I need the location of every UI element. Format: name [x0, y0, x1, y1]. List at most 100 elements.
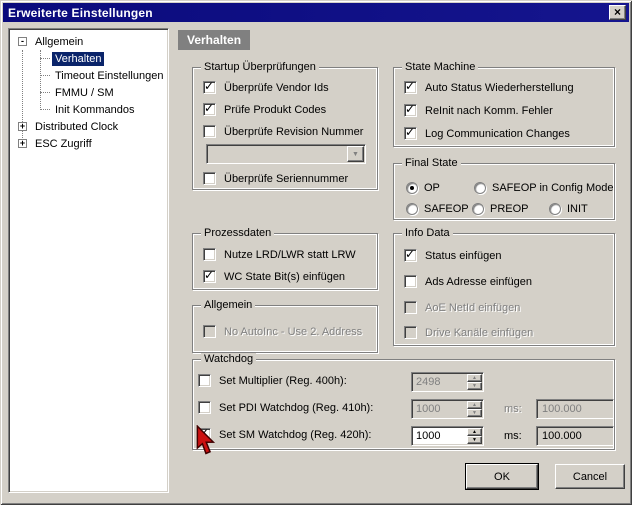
- pdi-ms-value-field: 100.000: [536, 399, 614, 419]
- checkbox-set-sm-watchdog[interactable]: ✓ Set SM Watchdog (Reg. 420h):: [198, 428, 371, 441]
- close-icon: ×: [614, 7, 621, 17]
- group-title: State Machine: [402, 61, 478, 73]
- checkbox-label: No AutoInc - Use 2. Address: [224, 326, 362, 338]
- checkbox-icon: ✓: [203, 270, 216, 283]
- checkbox-ueberpruefe-revision-nummer[interactable]: ✓ Überprüfe Revision Nummer: [203, 125, 363, 138]
- group-title: Startup Überprüfungen: [201, 61, 319, 73]
- tree-item-distributed-clock[interactable]: + Distributed Clock: [9, 118, 168, 135]
- tree-item-label: ESC Zugriff: [32, 137, 95, 151]
- ms-label: ms:: [504, 430, 522, 442]
- tree-item-allgemein[interactable]: - Allgemein: [9, 33, 168, 50]
- tree-expand-icon[interactable]: +: [18, 122, 27, 131]
- checkbox-label: WC State Bit(s) einfügen: [224, 271, 345, 283]
- spin-up-icon[interactable]: ▲: [467, 428, 482, 436]
- tree-item-init-kommandos[interactable]: Init Kommandos: [9, 101, 168, 118]
- tree-stub-line: [40, 58, 50, 59]
- tree-collapse-icon[interactable]: -: [18, 37, 27, 46]
- sm-watchdog-spin-input[interactable]: 1000 ▲ ▼: [411, 426, 484, 446]
- tree-item-label: FMMU / SM: [52, 86, 117, 100]
- checkbox-pruefe-produkt-codes[interactable]: ✓ Prüfe Produkt Codes: [203, 103, 326, 116]
- checkbox-icon: ✓: [404, 104, 417, 117]
- checkbox-label: ReInit nach Komm. Fehler: [425, 105, 553, 117]
- spinner[interactable]: ▲ ▼: [467, 428, 482, 444]
- group-title: Watchdog: [201, 353, 256, 365]
- spin-up-icon: ▲: [467, 374, 482, 382]
- tree-item-label: Timeout Einstellungen: [52, 69, 166, 83]
- checkbox-label: Log Communication Changes: [425, 128, 570, 140]
- close-button[interactable]: ×: [609, 5, 626, 20]
- checkbox-ads-adresse-einfuegen[interactable]: ✓ Ads Adresse einfügen: [404, 275, 532, 288]
- checkbox-set-pdi-watchdog[interactable]: ✓ Set PDI Watchdog (Reg. 410h):: [198, 401, 373, 414]
- checkbox-nutze-lrd-lwr[interactable]: ✓ Nutze LRD/LWR statt LRW: [203, 248, 356, 261]
- window-title: Erweiterte Einstellungen: [3, 6, 153, 20]
- tree-item-timeout-einstellungen[interactable]: Timeout Einstellungen: [9, 67, 168, 84]
- multiplier-spin-input: 2498 ▲ ▼: [411, 372, 484, 392]
- title-bar[interactable]: Erweiterte Einstellungen ×: [3, 3, 629, 22]
- check-icon: ✓: [405, 125, 415, 139]
- group-final-state: Final State OP SAFEOP in Config Mode SAF…: [393, 163, 615, 220]
- ok-button[interactable]: OK: [466, 464, 538, 489]
- checkbox-reinit-nach-komm-fehler[interactable]: ✓ ReInit nach Komm. Fehler: [404, 104, 553, 117]
- spin-down-icon: ▼: [467, 382, 482, 390]
- checkbox-icon: ✓: [203, 325, 216, 338]
- dropdown-button[interactable]: ▼: [347, 146, 364, 162]
- checkbox-icon: ✓: [404, 275, 417, 288]
- revision-combobox[interactable]: ▼: [206, 144, 366, 164]
- checkbox-aoe-netid-einfuegen: ✓ AoE NetId einfügen: [404, 301, 520, 314]
- checkbox-wc-state-bits[interactable]: ✓ WC State Bit(s) einfügen: [203, 270, 345, 283]
- group-title: Prozessdaten: [201, 227, 274, 239]
- radio-icon: [474, 182, 486, 194]
- check-icon: ✓: [204, 101, 214, 115]
- cancel-button[interactable]: Cancel: [555, 464, 625, 489]
- checkbox-status-einfuegen[interactable]: ✓ Status einfügen: [404, 249, 501, 262]
- settings-tree: - Allgemein Verhalten Timeout Einstellun…: [8, 28, 169, 493]
- checkbox-icon: ✓: [404, 81, 417, 94]
- radio-init[interactable]: INIT: [549, 202, 588, 215]
- checkbox-label: Überprüfe Vendor Ids: [224, 82, 329, 94]
- pdi-watchdog-spin-input: 1000 ▲ ▼: [411, 399, 484, 419]
- check-icon: ✓: [405, 247, 415, 261]
- tree-item-esc-zugriff[interactable]: + ESC Zugriff: [9, 135, 168, 152]
- radio-icon: [406, 182, 418, 194]
- radio-icon: [472, 203, 484, 215]
- checkbox-label: Prüfe Produkt Codes: [224, 104, 326, 116]
- checkbox-icon: ✓: [404, 301, 417, 314]
- group-state-machine: State Machine ✓ Auto Status Wiederherste…: [393, 67, 615, 147]
- tree-item-label: Allgemein: [32, 35, 86, 49]
- radio-preop[interactable]: PREOP: [472, 202, 529, 215]
- checkbox-label: Drive Kanäle einfügen: [425, 327, 533, 339]
- tree-stub-line: [40, 109, 50, 110]
- radio-op[interactable]: OP: [406, 181, 440, 194]
- checkbox-label: Ads Adresse einfügen: [425, 276, 532, 288]
- group-title: Final State: [402, 157, 461, 169]
- ms-label: ms:: [504, 403, 522, 415]
- checkbox-icon: ✓: [404, 127, 417, 140]
- radio-dot-icon: [410, 186, 414, 190]
- spinner: ▲ ▼: [467, 374, 482, 390]
- tree-item-verhalten[interactable]: Verhalten: [9, 50, 168, 67]
- radio-icon: [406, 203, 418, 215]
- spin-down-icon[interactable]: ▼: [467, 436, 482, 444]
- checkbox-icon: ✓: [203, 81, 216, 94]
- radio-safeop[interactable]: SAFEOP: [406, 202, 469, 215]
- checkbox-ueberpruefe-vendor-ids[interactable]: ✓ Überprüfe Vendor Ids: [203, 81, 329, 94]
- checkbox-icon: ✓: [203, 125, 216, 138]
- checkbox-label: Überprüfe Seriennummer: [224, 173, 348, 185]
- tree-item-label-selected: Verhalten: [52, 52, 104, 66]
- checkbox-ueberpruefe-seriennummer[interactable]: ✓ Überprüfe Seriennummer: [203, 172, 348, 185]
- check-icon: ✓: [204, 268, 214, 282]
- check-icon: ✓: [405, 102, 415, 116]
- spin-input-value: 1000: [412, 400, 466, 418]
- chevron-down-icon: ▼: [352, 151, 359, 158]
- combobox-value: [207, 145, 346, 163]
- checkbox-set-multiplier[interactable]: ✓ Set Multiplier (Reg. 400h):: [198, 374, 347, 387]
- checkbox-log-communication-changes[interactable]: ✓ Log Communication Changes: [404, 127, 570, 140]
- group-startup-ueberpruefungen: Startup Überprüfungen ✓ Überprüfe Vendor…: [192, 67, 378, 190]
- tree-item-fmmu-sm[interactable]: FMMU / SM: [9, 84, 168, 101]
- group-watchdog: Watchdog ✓ Set Multiplier (Reg. 400h): 2…: [192, 359, 615, 450]
- radio-label: SAFEOP in Config Mode: [492, 182, 613, 194]
- checkbox-auto-status-wiederherstellung[interactable]: ✓ Auto Status Wiederherstellung: [404, 81, 574, 94]
- checkbox-label: Status einfügen: [425, 250, 501, 262]
- tree-expand-icon[interactable]: +: [18, 139, 27, 148]
- radio-safeop-in-config-mode[interactable]: SAFEOP in Config Mode: [474, 181, 613, 194]
